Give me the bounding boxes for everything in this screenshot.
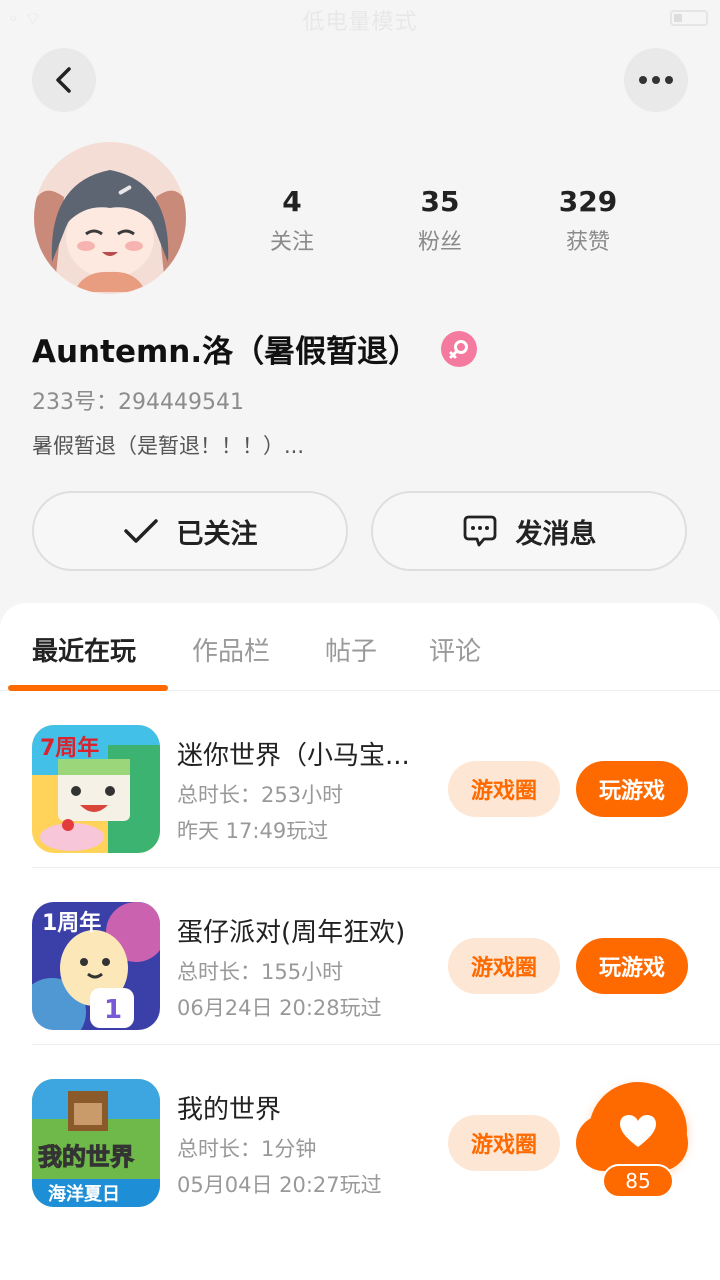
game-icon-minecraft[interactable]: 我的世界 海洋夏日 [32, 1079, 160, 1207]
stat-likes[interactable]: 329 获赞 [514, 184, 662, 256]
stat-label: 粉丝 [417, 230, 462, 255]
female-gender-icon [441, 330, 478, 367]
back-button[interactable] [32, 48, 96, 112]
tab-comments[interactable]: 评论 [429, 631, 481, 668]
game-playtime: 总时长：253小时 [177, 783, 344, 807]
following-button[interactable]: 已关注 [32, 491, 348, 571]
game-circle-button[interactable]: 游戏圈 [448, 938, 560, 994]
chat-bubble-icon [462, 514, 498, 548]
user-bio[interactable]: 暑假暂退（是暂退！！！）... [32, 430, 304, 460]
stat-value: 329 [558, 185, 618, 218]
game-icon-mini-world[interactable]: 7周年 [32, 725, 160, 853]
avatar-illustration [34, 142, 186, 294]
game-playtime: 总时长：1分钟 [177, 1137, 317, 1161]
profile-tabs: 最近在玩 作品栏 帖子 评论 [0, 603, 720, 691]
game-icon-title: 我的世界 [38, 1143, 134, 1171]
tab-recently-played[interactable]: 最近在玩 [32, 631, 136, 668]
game-playtime: 总时长：155小时 [177, 960, 344, 984]
username: Auntemn.洛（暑假暂退） [32, 334, 420, 370]
game-title: 迷你世界（小马宝... [177, 741, 410, 771]
stat-label: 获赞 [565, 230, 610, 255]
game-icon-badge: 1周年 [42, 910, 101, 936]
stat-followers[interactable]: 35 粉丝 [366, 184, 514, 256]
profile-stats: 4 关注 35 粉丝 329 获赞 [218, 184, 662, 256]
game-icon-eggy-party[interactable]: 1 1周年 [32, 902, 160, 1030]
game-title: 蛋仔派对(周年狂欢) [177, 918, 406, 948]
game-circle-button[interactable]: 游戏圈 [448, 1115, 560, 1171]
heart-icon [620, 1115, 656, 1147]
game-icon-badge: 7周年 [40, 735, 99, 761]
send-message-button[interactable]: 发消息 [371, 491, 687, 571]
stat-label: 关注 [269, 230, 314, 255]
stat-following[interactable]: 4 关注 [218, 184, 366, 256]
game-title: 我的世界 [177, 1095, 282, 1125]
status-bar: ◦ ⌔ 低电量模式 [0, 0, 720, 36]
more-button[interactable] [624, 48, 688, 112]
status-mode: 低电量模式 [302, 10, 418, 35]
username-row: Auntemn.洛（暑假暂退） [32, 326, 478, 371]
stat-value: 35 [420, 185, 460, 218]
svg-text:1: 1 [104, 995, 122, 1025]
game-icon-subtitle: 海洋夏日 [48, 1183, 120, 1205]
tab-works[interactable]: 作品栏 [192, 631, 270, 668]
following-button-label: 已关注 [176, 518, 258, 550]
tab-posts[interactable]: 帖子 [325, 631, 377, 668]
game-row[interactable]: 7周年 迷你世界（小马宝... 总时长：253小时 昨天 17:49玩过 游戏圈… [0, 691, 720, 868]
chevron-left-icon [56, 67, 71, 93]
game-row[interactable]: 1 1周年 蛋仔派对(周年狂欢) 总时长：155小时 06月24日 20:28玩… [0, 868, 720, 1045]
user-id: 233号：294449541 [32, 390, 244, 415]
checkmark-icon [123, 517, 159, 545]
game-last-played: 05月04日 20:27玩过 [177, 1173, 382, 1197]
play-game-button[interactable]: 玩游戏 [576, 938, 688, 994]
battery-icon [670, 10, 708, 26]
stat-value: 4 [282, 185, 302, 218]
avatar[interactable] [34, 142, 186, 294]
game-last-played: 昨天 17:49玩过 [177, 819, 329, 843]
game-last-played: 06月24日 20:28玩过 [177, 996, 382, 1020]
like-count-badge: 85 [602, 1164, 674, 1198]
game-circle-button[interactable]: 游戏圈 [448, 761, 560, 817]
send-message-button-label: 发消息 [515, 518, 597, 550]
play-game-button[interactable]: 玩游戏 [576, 761, 688, 817]
more-dots-icon [639, 76, 673, 84]
